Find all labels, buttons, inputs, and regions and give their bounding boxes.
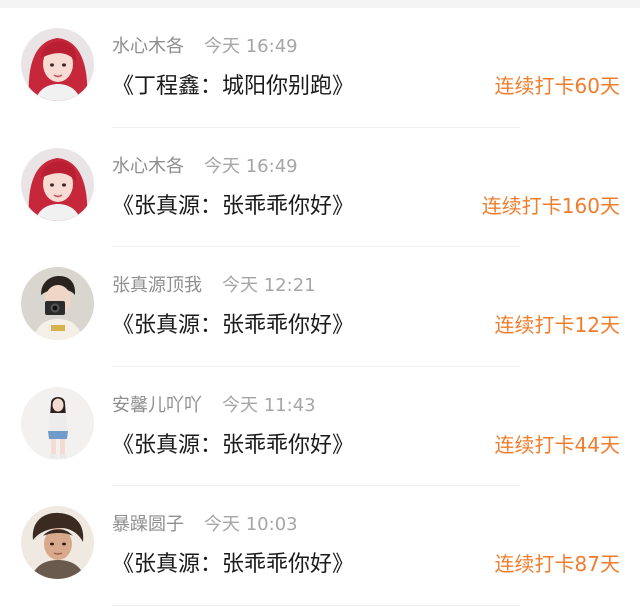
post-meta: 暴躁圆子 今天 10:03 xyxy=(112,510,298,536)
post-title[interactable]: 《张真源：张乖乖你好》 xyxy=(112,546,354,578)
top-edge-divider xyxy=(0,0,640,8)
post-title[interactable]: 《张真源：张乖乖你好》 xyxy=(112,427,354,459)
list-item[interactable]: 水心木各 今天 16:49 《丁程鑫：城阳你别跑》 连续打卡60天 xyxy=(0,8,640,128)
streak-badge: 连续打卡60天 xyxy=(494,74,620,98)
item-divider xyxy=(112,604,520,606)
username[interactable]: 水心木各 xyxy=(112,36,184,57)
streak-badge: 连续打卡12天 xyxy=(494,313,620,337)
username[interactable]: 张真源顶我 xyxy=(112,275,202,296)
post-time: 今天 16:49 xyxy=(204,36,298,57)
post-meta: 张真源顶我 今天 12:21 xyxy=(112,271,316,297)
post-time: 今天 10:03 xyxy=(204,514,298,535)
streak-badge: 连续打卡87天 xyxy=(494,552,620,576)
post-title[interactable]: 《张真源：张乖乖你好》 xyxy=(112,307,354,339)
avatar[interactable] xyxy=(21,28,94,101)
post-meta: 安馨儿吖吖 今天 11:43 xyxy=(112,391,316,417)
avatar[interactable] xyxy=(21,147,94,221)
post-title[interactable]: 《丁程鑫：城阳你别跑》 xyxy=(112,68,354,100)
post-meta: 水心木各 今天 16:49 xyxy=(112,152,298,178)
post-time: 今天 12:21 xyxy=(222,275,316,296)
list-item[interactable]: 张真源顶我 今天 12:21 《张真源：张乖乖你好》 连续打卡12天 xyxy=(0,247,640,367)
post-time: 今天 11:43 xyxy=(222,394,316,416)
girl-standing-avatar-icon xyxy=(21,386,94,460)
post-meta: 水心木各 今天 16:49 xyxy=(112,32,298,58)
username[interactable]: 水心木各 xyxy=(112,156,184,177)
streak-badge: 连续打卡44天 xyxy=(494,432,620,457)
streak-badge: 连续打卡160天 xyxy=(481,193,620,218)
camera-boy-avatar-icon xyxy=(21,267,94,340)
red-hair-avatar-icon xyxy=(21,147,94,221)
list-item[interactable]: 安馨儿吖吖 今天 11:43 《张真源：张乖乖你好》 连续打卡44天 xyxy=(0,367,640,486)
avatar[interactable] xyxy=(21,386,94,460)
avatar[interactable] xyxy=(21,267,94,340)
username[interactable]: 暴躁圆子 xyxy=(112,514,184,535)
illustrated-boy-avatar-icon xyxy=(21,506,94,579)
list-item[interactable]: 水心木各 今天 16:49 《张真源：张乖乖你好》 连续打卡160天 xyxy=(0,128,640,247)
post-time: 今天 16:49 xyxy=(204,155,298,177)
list-item[interactable]: 暴躁圆子 今天 10:03 《张真源：张乖乖你好》 连续打卡87天 xyxy=(0,486,640,606)
username[interactable]: 安馨儿吖吖 xyxy=(112,395,202,416)
red-hair-avatar-icon xyxy=(21,28,94,101)
post-title[interactable]: 《张真源：张乖乖你好》 xyxy=(112,188,354,220)
checkin-feed-list: 水心木各 今天 16:49 《丁程鑫：城阳你别跑》 连续打卡60天 水心木各 今天 … xyxy=(0,8,640,606)
avatar[interactable] xyxy=(21,506,94,579)
